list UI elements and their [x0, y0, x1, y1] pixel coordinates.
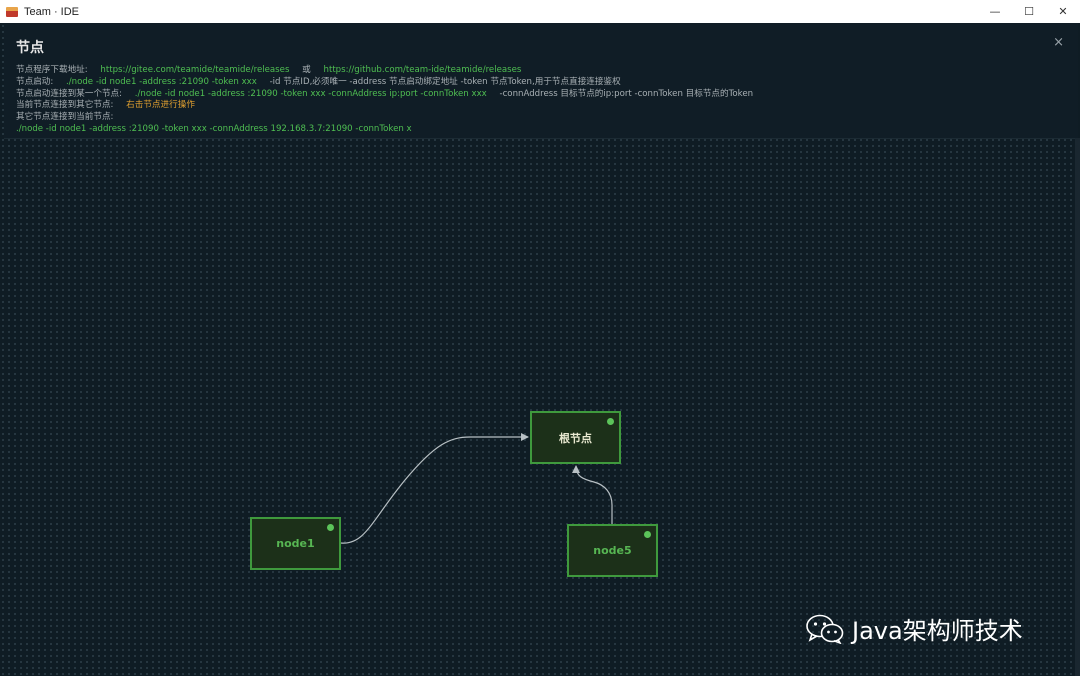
other-command-line: ./node -id node1 -address :21090 -token … [16, 124, 753, 136]
github-link[interactable]: https://github.com/team-ide/teamide/rele… [324, 65, 522, 75]
other-line: 其它节点连接到当前节点: [16, 112, 753, 124]
app-icon [6, 6, 18, 17]
gitee-link[interactable]: https://gitee.com/teamide/teamide/releas… [100, 65, 289, 75]
vertical-scrollbar[interactable] [1075, 138, 1080, 676]
start-command: ./node -id node1 -address :21090 -token … [66, 76, 257, 87]
node-label: node1 [276, 537, 315, 550]
current-label: 当前节点连接到其它节点: [16, 100, 114, 111]
graph-node-node1[interactable]: node1 [250, 517, 341, 570]
graph-node-node5[interactable]: node5 [567, 524, 658, 577]
right-click-action[interactable]: 右击节点进行操作 [126, 100, 195, 110]
window-title: Team · IDE [24, 5, 80, 18]
connect-label: 节点启动连接到某一个节点: [16, 88, 123, 99]
panel-close-icon[interactable]: × [1053, 35, 1064, 50]
download-or: 或 [302, 65, 311, 75]
graph-node-root[interactable]: 根节点 [530, 411, 621, 464]
maximize-icon[interactable]: ☐ [1012, 0, 1046, 23]
start-description: -id 节点ID,必须唯一 -address 节点启动绑定地址 -token 节… [269, 76, 621, 87]
wechat-icon [806, 614, 844, 644]
status-online-icon [327, 524, 334, 531]
info-lines: 节点程序下载地址: https://gitee.com/teamide/team… [16, 65, 753, 136]
window-controls: — ☐ ✕ [978, 0, 1080, 23]
download-label: 节点程序下载地址: [16, 65, 88, 75]
connect-line: 节点启动连接到某一个节点: ./node -id node1 -address … [16, 89, 753, 101]
other-label: 其它节点连接到当前节点: [16, 112, 114, 123]
download-line: 节点程序下载地址: https://gitee.com/teamide/team… [16, 65, 753, 77]
status-online-icon [607, 418, 614, 425]
status-online-icon [644, 531, 651, 538]
start-line: 节点启动: ./node -id node1 -address :21090 -… [16, 77, 753, 89]
connect-command: ./node -id node1 -address :21090 -token … [134, 88, 487, 99]
node-label: node5 [593, 544, 632, 557]
watermark-text: Java架构师技术 [852, 617, 1023, 645]
start-label: 节点启动: [16, 76, 54, 87]
node-info-panel: 节点 × 节点程序下载地址: https://gitee.com/teamide… [4, 23, 1078, 139]
minimize-icon[interactable]: — [978, 0, 1012, 23]
current-line: 当前节点连接到其它节点: 右击节点进行操作 [16, 100, 753, 112]
connect-description: -connAddress 目标节点的ip:port -connToken 目标节… [499, 88, 754, 99]
panel-title: 节点 [16, 40, 44, 56]
other-command: ./node -id node1 -address :21090 -token … [16, 123, 412, 134]
window-titlebar: Team · IDE — ☐ ✕ [0, 0, 1080, 24]
close-icon[interactable]: ✕ [1046, 0, 1080, 23]
watermark: Java架构师技术 [806, 611, 1023, 646]
node-label: 根节点 [559, 431, 592, 445]
